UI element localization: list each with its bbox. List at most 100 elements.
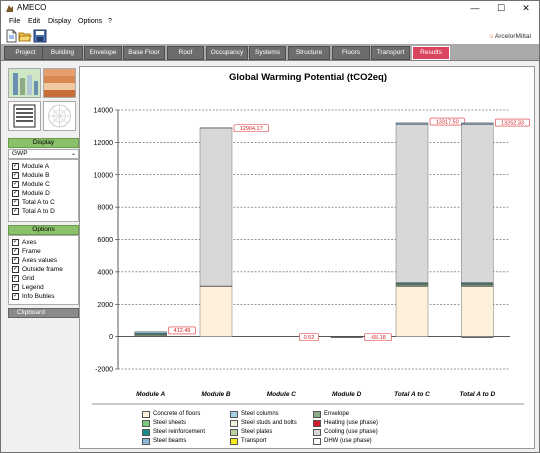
- data-label: 0.52: [304, 335, 315, 341]
- x-tick-label: Module D: [332, 391, 362, 398]
- y-tick-label: 8000: [97, 205, 113, 212]
- legend-swatch: [142, 420, 150, 427]
- data-label: 412.49: [174, 328, 191, 334]
- check-icon: ✓: [12, 293, 19, 300]
- clipboard-section-header[interactable]: Clipboard: [8, 308, 79, 318]
- app-icon: [6, 5, 13, 12]
- legend-label: Cooling (use phase): [324, 429, 378, 435]
- data-label: 13317.50: [436, 119, 459, 125]
- open-folder-icon[interactable]: [18, 29, 32, 43]
- legend-swatch: [230, 420, 238, 427]
- menu-help[interactable]: ?: [108, 18, 112, 25]
- bar-chart-icon: [13, 73, 38, 95]
- y-tick-label: 14000: [94, 108, 114, 115]
- left-panel: Display GWP ⌄ ✓ Module A ✓ Module B ✓ Module…: [5, 65, 79, 449]
- tab-building[interactable]: Building: [42, 46, 83, 60]
- legend-swatch: [230, 411, 238, 418]
- chart-legend: Concrete of floors Steel columns Envelope S…: [142, 407, 522, 449]
- legend-swatch: [313, 411, 321, 418]
- tab-transport[interactable]: Transport: [371, 46, 410, 60]
- check-icon: ✓: [12, 257, 19, 264]
- brand-name: ArcelorMittal: [494, 33, 531, 40]
- bar-segment: [134, 331, 167, 334]
- legend-label: Heating (use phase): [324, 420, 379, 426]
- tab-structure[interactable]: Structure: [288, 46, 330, 60]
- legend-label: Steel reinforcement: [153, 429, 206, 435]
- table-view-thumbnail[interactable]: [8, 101, 41, 131]
- modules-box: ✓ Module A ✓ Module B ✓ Module C ✓ Module D …: [8, 159, 79, 222]
- toolbar: ⌂ ArcelorMittal: [1, 28, 539, 44]
- menu-edit[interactable]: Edit: [28, 18, 40, 25]
- bar-chart-view-thumbnail[interactable]: [8, 68, 41, 98]
- legend-label: Steel columns: [241, 411, 279, 417]
- check-icon: ✓: [12, 266, 19, 273]
- data-label: 12904.17: [240, 126, 263, 132]
- area-chart-view-thumbnail[interactable]: [43, 68, 76, 98]
- bar-segment-negative: [461, 336, 494, 338]
- options-section-header[interactable]: Options: [8, 225, 79, 235]
- x-tick-label: Module C: [267, 391, 297, 398]
- y-tick-label: -2000: [95, 367, 113, 374]
- x-tick-label: Module A: [136, 391, 165, 398]
- bar-segment: [461, 286, 494, 337]
- chart-panel: Global Warming Potential (tCO2eq) -2000 0…: [79, 66, 535, 449]
- chart-canvas: -2000 0 2000 4000 6000 8000 10000 12000 14000 412…: [92, 108, 531, 405]
- maximize-button[interactable]: ☐: [488, 1, 514, 16]
- check-icon: ✓: [12, 284, 19, 291]
- y-tick-label: 12000: [94, 140, 114, 147]
- minimize-button[interactable]: —: [462, 1, 488, 16]
- close-button[interactable]: ✕: [513, 1, 539, 16]
- check-icon: ✓: [12, 163, 19, 170]
- radar-view-thumbnail[interactable]: [43, 101, 76, 131]
- tab-results[interactable]: Results: [412, 46, 450, 60]
- options-box: ✓ Axes ✓ Frame ✓ Axes values ✓ Outside frame…: [8, 235, 79, 305]
- tab-roof[interactable]: Roof: [167, 46, 204, 60]
- menu-file[interactable]: File: [9, 18, 20, 25]
- stacked-area-icon: [44, 69, 75, 97]
- title-bar: AMECO — ☐ ✕: [1, 1, 539, 16]
- legend-swatch: [313, 420, 321, 427]
- y-tick-label: 2000: [97, 302, 113, 309]
- legend-label: Concrete of floors: [153, 411, 201, 417]
- data-label: 13252.33: [501, 120, 524, 126]
- x-tick-label: Module B: [201, 391, 231, 398]
- legend-label: Envelope: [324, 411, 350, 417]
- tab-bar: Project Building Envelope Base Floor Roo…: [1, 44, 539, 61]
- save-icon[interactable]: [33, 29, 47, 43]
- x-tick-label: Total A to C: [394, 391, 430, 398]
- check-icon: ✓: [12, 172, 19, 179]
- legend-label: DHW (use phase): [324, 438, 372, 444]
- legend-label: Steel plates: [241, 429, 273, 435]
- y-tick-label: 6000: [97, 237, 113, 244]
- y-tick-label: 0: [109, 334, 113, 341]
- bar-segment: [461, 123, 494, 125]
- display-section-header[interactable]: Display: [8, 138, 79, 148]
- tab-base-floor[interactable]: Base Floor: [123, 46, 165, 60]
- tab-envelope[interactable]: Envelope: [84, 46, 122, 60]
- menu-display[interactable]: Display: [48, 18, 71, 25]
- radar-chart-icon: [48, 104, 71, 128]
- y-tick-label: 10000: [94, 172, 114, 179]
- chevron-down-icon: ⌄: [70, 151, 76, 157]
- legend-label: Steel studs and bolts: [241, 420, 297, 426]
- legend-swatch: [230, 429, 238, 436]
- tab-project[interactable]: Project: [4, 46, 47, 60]
- new-file-icon[interactable]: [4, 29, 18, 43]
- data-label: -65.18: [370, 335, 386, 341]
- tab-systems[interactable]: Systems: [249, 46, 286, 60]
- bar-segment: [395, 286, 429, 337]
- legend-label: Steel beams: [153, 438, 187, 444]
- table-icon: [13, 104, 36, 128]
- tab-floors[interactable]: Floors: [332, 46, 370, 60]
- clipboard-label: Clipboard: [17, 309, 45, 316]
- check-icon: ✓: [12, 239, 19, 246]
- check-icon: ✓: [12, 199, 19, 206]
- check-icon: ✓: [12, 181, 19, 188]
- indicator-select[interactable]: GWP ⌄: [8, 149, 79, 159]
- brand-mark: ⌂: [489, 33, 494, 40]
- menu-options[interactable]: Options: [78, 18, 102, 25]
- app-window: AMECO — ☐ ✕ File Edit Display Options ? …: [0, 0, 540, 453]
- tab-occupancy[interactable]: Occupancy: [206, 46, 248, 60]
- bar-segment: [395, 123, 429, 125]
- menu-bar: File Edit Display Options ?: [1, 16, 539, 28]
